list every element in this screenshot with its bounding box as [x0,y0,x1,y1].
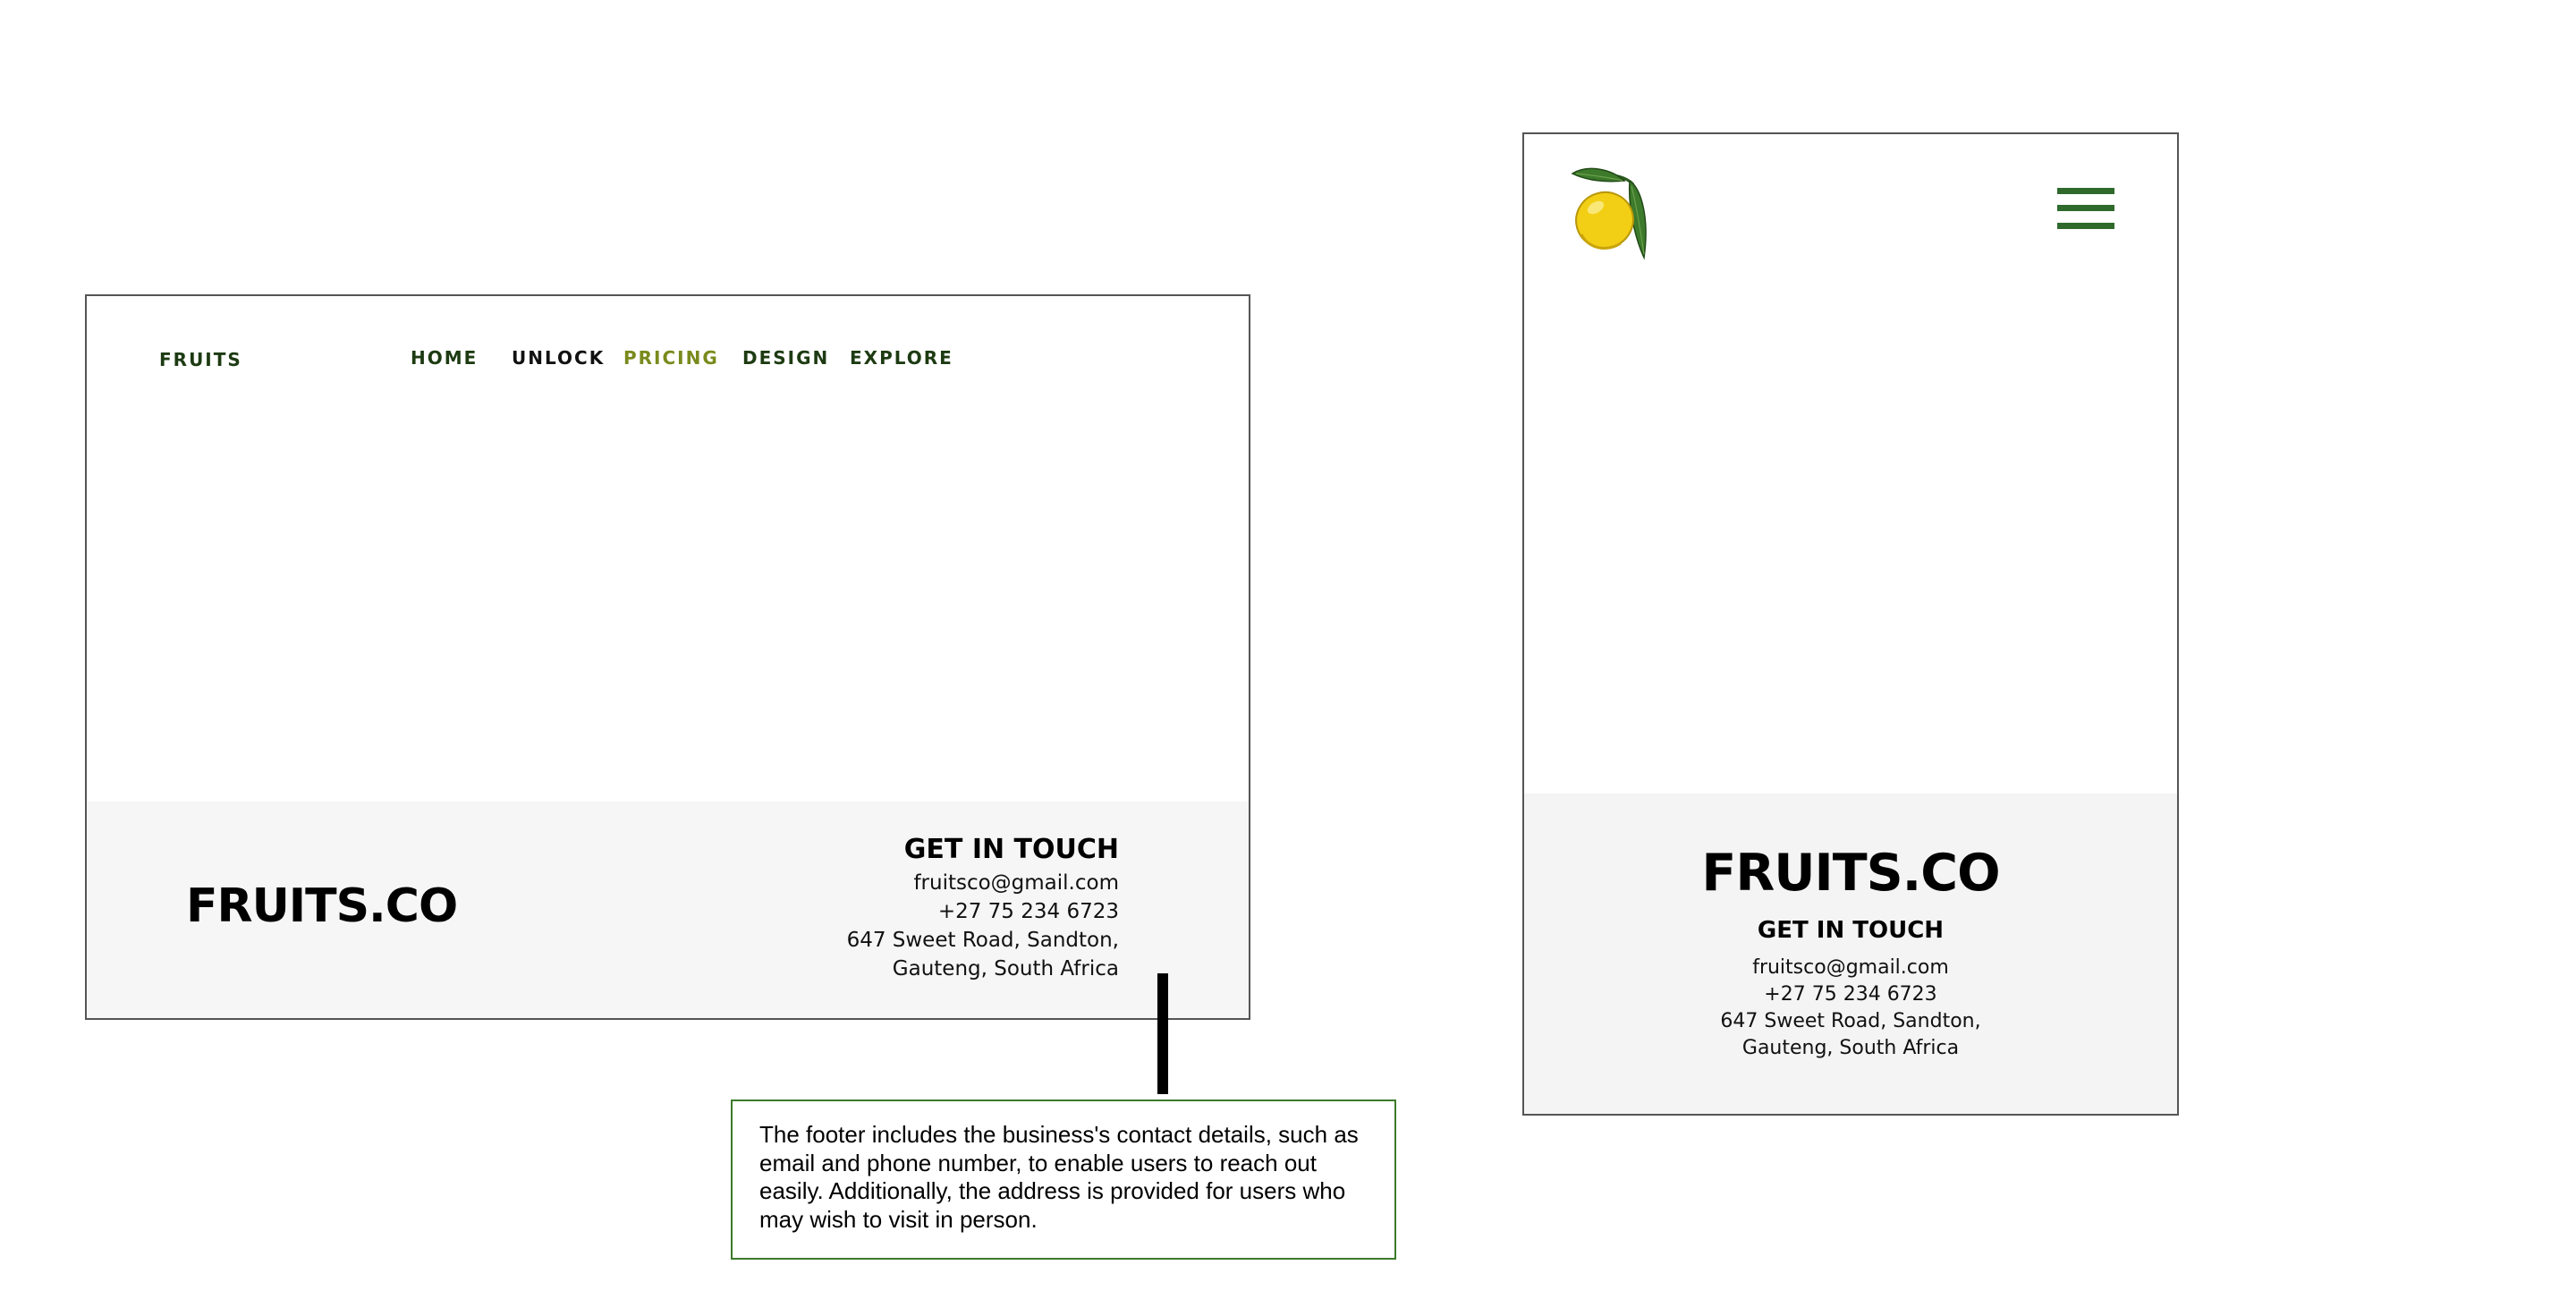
annotation-callout: The footer includes the business's conta… [731,1099,1396,1260]
main-nav: HOME UNLOCK PRICING DESIGN EXPLORE [87,347,1249,374]
mobile-mockup: FRUITS.CO GET IN TOUCH fruitsco@gmail.co… [1522,132,2179,1116]
contact-address-line2: Gauteng, South Africa [1741,1037,1960,1059]
lemon-icon[interactable] [1567,166,1660,263]
footer-contact: fruitsco@gmail.com +27 75 234 6723 647 S… [1524,955,2177,1062]
contact-email[interactable]: fruitsco@gmail.com [847,869,1119,897]
nav-home-link[interactable]: HOME [411,347,478,369]
contact-heading: GET IN TOUCH [903,834,1119,865]
contact-address-line2: Gauteng, South Africa [892,957,1119,981]
contact-address-line1: 647 Sweet Road, Sandton, [1720,1010,1981,1032]
nav-pricing-link[interactable]: PRICING [623,347,719,369]
footer-brand: FRUITS.CO [186,879,458,933]
nav-design-link[interactable]: DESIGN [742,347,829,369]
contact-email[interactable]: fruitsco@gmail.com [1524,955,2177,981]
mobile-footer: FRUITS.CO GET IN TOUCH fruitsco@gmail.co… [1524,794,2177,1114]
contact-phone[interactable]: +27 75 234 6723 [1524,981,2177,1008]
nav-unlock-link[interactable]: UNLOCK [512,347,605,369]
contact-phone[interactable]: +27 75 234 6723 [847,897,1119,926]
footer-contact: GET IN TOUCH fruitsco@gmail.com +27 75 2… [847,831,1119,983]
nav-explore-link[interactable]: EXPLORE [850,347,953,369]
hamburger-menu-icon[interactable] [2057,188,2114,229]
contact-address-line1: 647 Sweet Road, Sandton, [846,929,1119,952]
callout-connector [1157,973,1168,1094]
callout-text: The footer includes the business's conta… [759,1121,1359,1233]
desktop-footer: FRUITS.CO GET IN TOUCH fruitsco@gmail.co… [87,802,1249,1018]
footer-brand: FRUITS.CO [1701,844,2000,903]
contact-heading: GET IN TOUCH [1757,917,1945,944]
desktop-mockup: FRUITS HOME UNLOCK PRICING DESIGN EXPLOR… [85,294,1250,1020]
